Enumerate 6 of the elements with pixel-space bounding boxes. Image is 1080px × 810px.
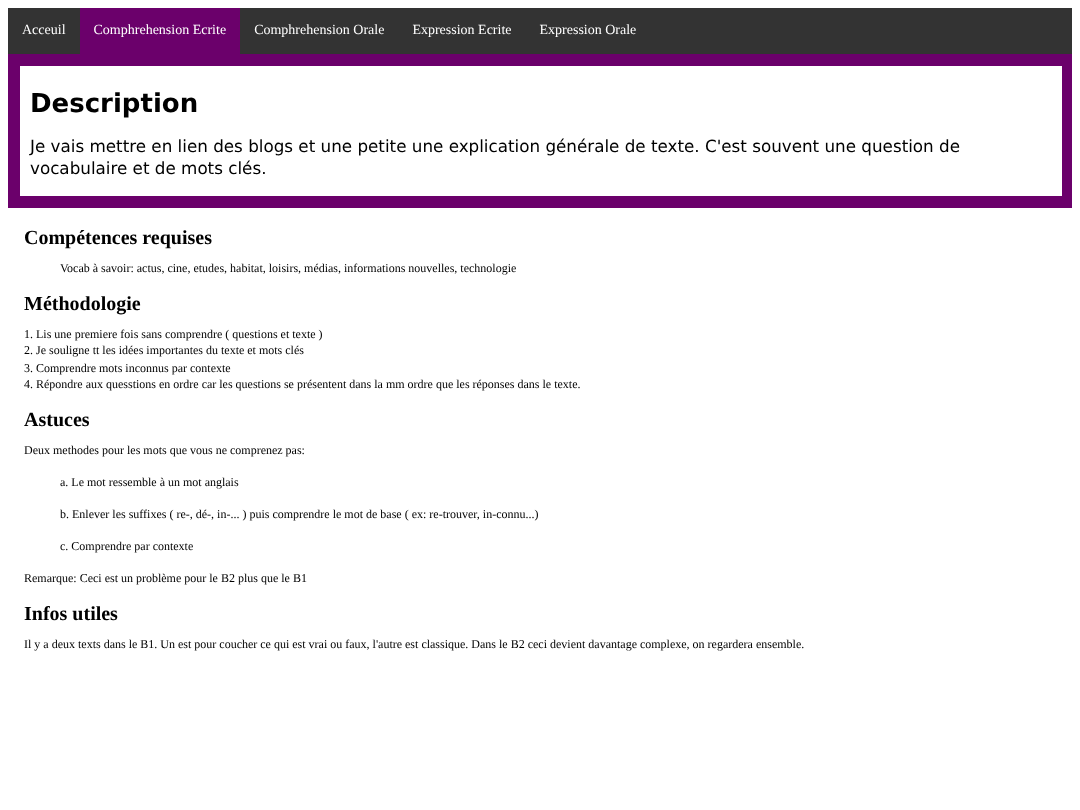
description-title: Description: [30, 89, 201, 121]
description-text: Je vais mettre en lien des blogs et une petite une explication générale de texte. C'est souvent une question de vocabulaire et de mots clés.: [30, 136, 962, 180]
section-heading: Astuces: [24, 409, 92, 433]
section-heading: Compétences requises: [24, 227, 214, 252]
section-heading: Méthodologie: [24, 293, 143, 318]
section-heading: Infos utiles: [24, 603, 120, 627]
